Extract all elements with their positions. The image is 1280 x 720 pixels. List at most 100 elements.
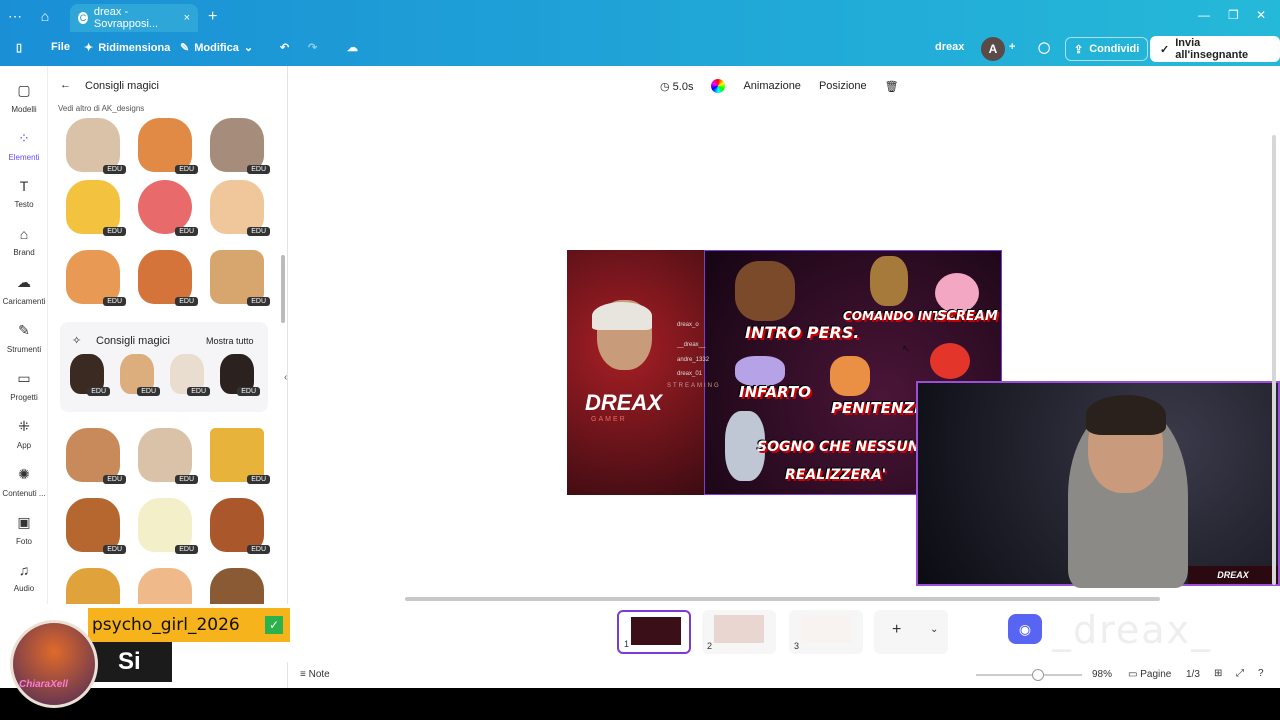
- rail-item-strumenti[interactable]: ✎ Strumenti: [0, 322, 48, 354]
- rail-item-audio[interactable]: ♫ Audio: [0, 562, 48, 593]
- duration-button[interactable]: ◷ 5.0s: [660, 80, 693, 93]
- collapse-panel-icon[interactable]: ‹: [284, 372, 287, 383]
- cloud-saved-icon[interactable]: ☁: [347, 41, 358, 54]
- magic-sparkle-icon: ✧: [72, 335, 82, 347]
- rail-item-progetti[interactable]: ▭ Progetti: [0, 370, 48, 402]
- pomeranian-sticker: [138, 118, 192, 172]
- menu-dots-icon[interactable]: ⋯: [0, 8, 30, 25]
- animation-button[interactable]: Animazione: [743, 80, 800, 92]
- resize-button[interactable]: ✦ Ridimensiona: [84, 41, 170, 55]
- donut-image: [935, 273, 979, 313]
- poodle-sticker: [66, 428, 120, 482]
- rail-item-app[interactable]: ⁜ App: [0, 418, 48, 450]
- dog-sticker[interactable]: EDU: [130, 178, 200, 240]
- panel-scrollbar[interactable]: [281, 255, 285, 323]
- fullscreen-icon[interactable]: ⤢: [1236, 668, 1244, 679]
- dog-sticker[interactable]: EDU: [130, 248, 200, 310]
- redo-icon[interactable]: ↷: [308, 41, 317, 54]
- canvas-area: ◷ 5.0s Animazione Posizione 🗑 DREAX GAME…: [290, 66, 1280, 604]
- tab-close-icon[interactable]: ×: [184, 12, 190, 24]
- sidebar-toggle-icon[interactable]: ▯: [16, 41, 22, 54]
- brand-icon: ⌂: [19, 226, 29, 242]
- shiba-sticker: [210, 180, 264, 234]
- canvas-vertical-scrollbar[interactable]: [1272, 135, 1276, 585]
- add-collaborator-icon[interactable]: +: [1009, 41, 1015, 53]
- position-button[interactable]: Posizione: [819, 80, 867, 92]
- husky-sticker: [210, 118, 264, 172]
- panel-byline[interactable]: Vedi altro di AK_designs: [58, 104, 144, 113]
- home-icon[interactable]: ⌂: [30, 8, 60, 24]
- page-thumb[interactable]: 2: [702, 610, 776, 654]
- add-page-button[interactable]: + ⌄: [874, 610, 948, 654]
- zoom-level[interactable]: 98%: [1092, 669, 1112, 680]
- chat-message: Si: [88, 642, 172, 682]
- corgi-sticker: [66, 250, 120, 304]
- rail-item-testo[interactable]: T Testo: [0, 178, 48, 209]
- new-tab-icon[interactable]: +: [208, 8, 217, 26]
- color-picker-icon[interactable]: [711, 79, 726, 93]
- canvas-horizontal-scrollbar[interactable]: [405, 597, 1160, 601]
- label-scream: SCREAM: [937, 309, 998, 324]
- zoom-handle[interactable]: [1032, 669, 1044, 681]
- page-thumb[interactable]: 1: [617, 610, 691, 654]
- suggestion-item[interactable]: EDU: [214, 352, 262, 400]
- discord-username: _dreax_: [1052, 608, 1213, 652]
- dog-sticker[interactable]: EDU: [58, 426, 128, 488]
- back-arrow-icon[interactable]: ←: [60, 79, 71, 91]
- dog-sticker[interactable]: EDU: [202, 496, 272, 558]
- rail-item-brand[interactable]: ⌂ Brand: [0, 226, 48, 257]
- dog-sticker[interactable]: EDU: [202, 426, 272, 488]
- rail-item-foto[interactable]: ▣ Foto: [0, 514, 48, 546]
- suggestion-item[interactable]: EDU: [114, 352, 162, 400]
- dog-sticker[interactable]: EDU: [130, 116, 200, 178]
- dog-sticker[interactable]: EDU: [58, 248, 128, 310]
- dog-sticker[interactable]: EDU: [202, 116, 272, 178]
- corgi-image: [830, 356, 870, 396]
- pages-button[interactable]: ▭ Pagine: [1128, 669, 1171, 680]
- undo-icon[interactable]: ↶: [280, 41, 289, 54]
- send-to-teacher-button[interactable]: ✓ Invia all'insegnante: [1150, 36, 1280, 62]
- corgi-sticker: [66, 498, 120, 552]
- dog-sticker[interactable]: EDU: [130, 426, 200, 488]
- chevron-down-icon[interactable]: ⌄: [930, 624, 938, 635]
- share-button[interactable]: ⇪ Condividi: [1065, 37, 1149, 61]
- edit-menu[interactable]: ✎ Modifica ⌄: [180, 41, 253, 55]
- show-all-link[interactable]: Mostra tutto: [206, 336, 254, 346]
- comment-icon[interactable]: ◯: [1038, 41, 1050, 54]
- rail-item-contenuti[interactable]: ✺ Contenuti ...: [0, 466, 48, 498]
- user-name[interactable]: dreax: [935, 41, 964, 53]
- browser-tab[interactable]: C dreax - Sovrapposi... ×: [70, 4, 198, 32]
- apps-icon: ⁜: [18, 418, 30, 434]
- page-count: 1/3: [1186, 669, 1200, 680]
- suggestion-item[interactable]: EDU: [64, 352, 112, 400]
- webcam-overlay: DREAX: [916, 381, 1280, 588]
- magic-title: Consigli magici: [96, 335, 170, 347]
- dog-sticker[interactable]: EDU: [58, 496, 128, 558]
- rail-item-modelli[interactable]: ▢ Modelli: [0, 82, 48, 114]
- grid-view-icon[interactable]: ⊞: [1214, 668, 1222, 679]
- minimize-icon[interactable]: —: [1198, 8, 1210, 22]
- file-menu[interactable]: File: [51, 41, 70, 53]
- dog-sticker[interactable]: EDU: [58, 178, 128, 240]
- dog-sticker[interactable]: EDU: [202, 248, 272, 310]
- editor-toolbar: ▯ File ✦ Ridimensiona ✎ Modifica ⌄ ↶ ↷ ☁ dr…: [0, 32, 1280, 66]
- rail-item-elementi[interactable]: ⁘ Elementi: [0, 130, 48, 162]
- folder-icon: ▭: [17, 370, 31, 386]
- avatar[interactable]: A: [981, 37, 1005, 61]
- notes-button[interactable]: ≡ Note: [300, 669, 330, 680]
- zoom-slider[interactable]: [976, 669, 1082, 681]
- trash-icon[interactable]: 🗑: [885, 80, 899, 93]
- dog-sticker[interactable]: EDU: [202, 178, 272, 240]
- close-window-icon[interactable]: ✕: [1256, 8, 1266, 22]
- maximize-icon[interactable]: ❐: [1228, 8, 1239, 22]
- rail-item-caricamenti[interactable]: ☁ Caricamenti: [0, 274, 48, 306]
- dog-sticker[interactable]: EDU: [130, 496, 200, 558]
- help-icon[interactable]: ?: [1258, 668, 1264, 679]
- suggestion-item[interactable]: EDU: [164, 352, 212, 400]
- black-letterbox: [0, 688, 1280, 720]
- check-circle-icon: ✓: [1160, 43, 1170, 56]
- status-bar: ≡ Note 98% ▭ Pagine 1/3 ⊞ ⤢ ?: [290, 662, 1280, 688]
- page-thumb[interactable]: 3: [789, 610, 863, 654]
- dog-sticker[interactable]: EDU: [58, 116, 128, 178]
- pomeranian-sticker: [138, 250, 192, 304]
